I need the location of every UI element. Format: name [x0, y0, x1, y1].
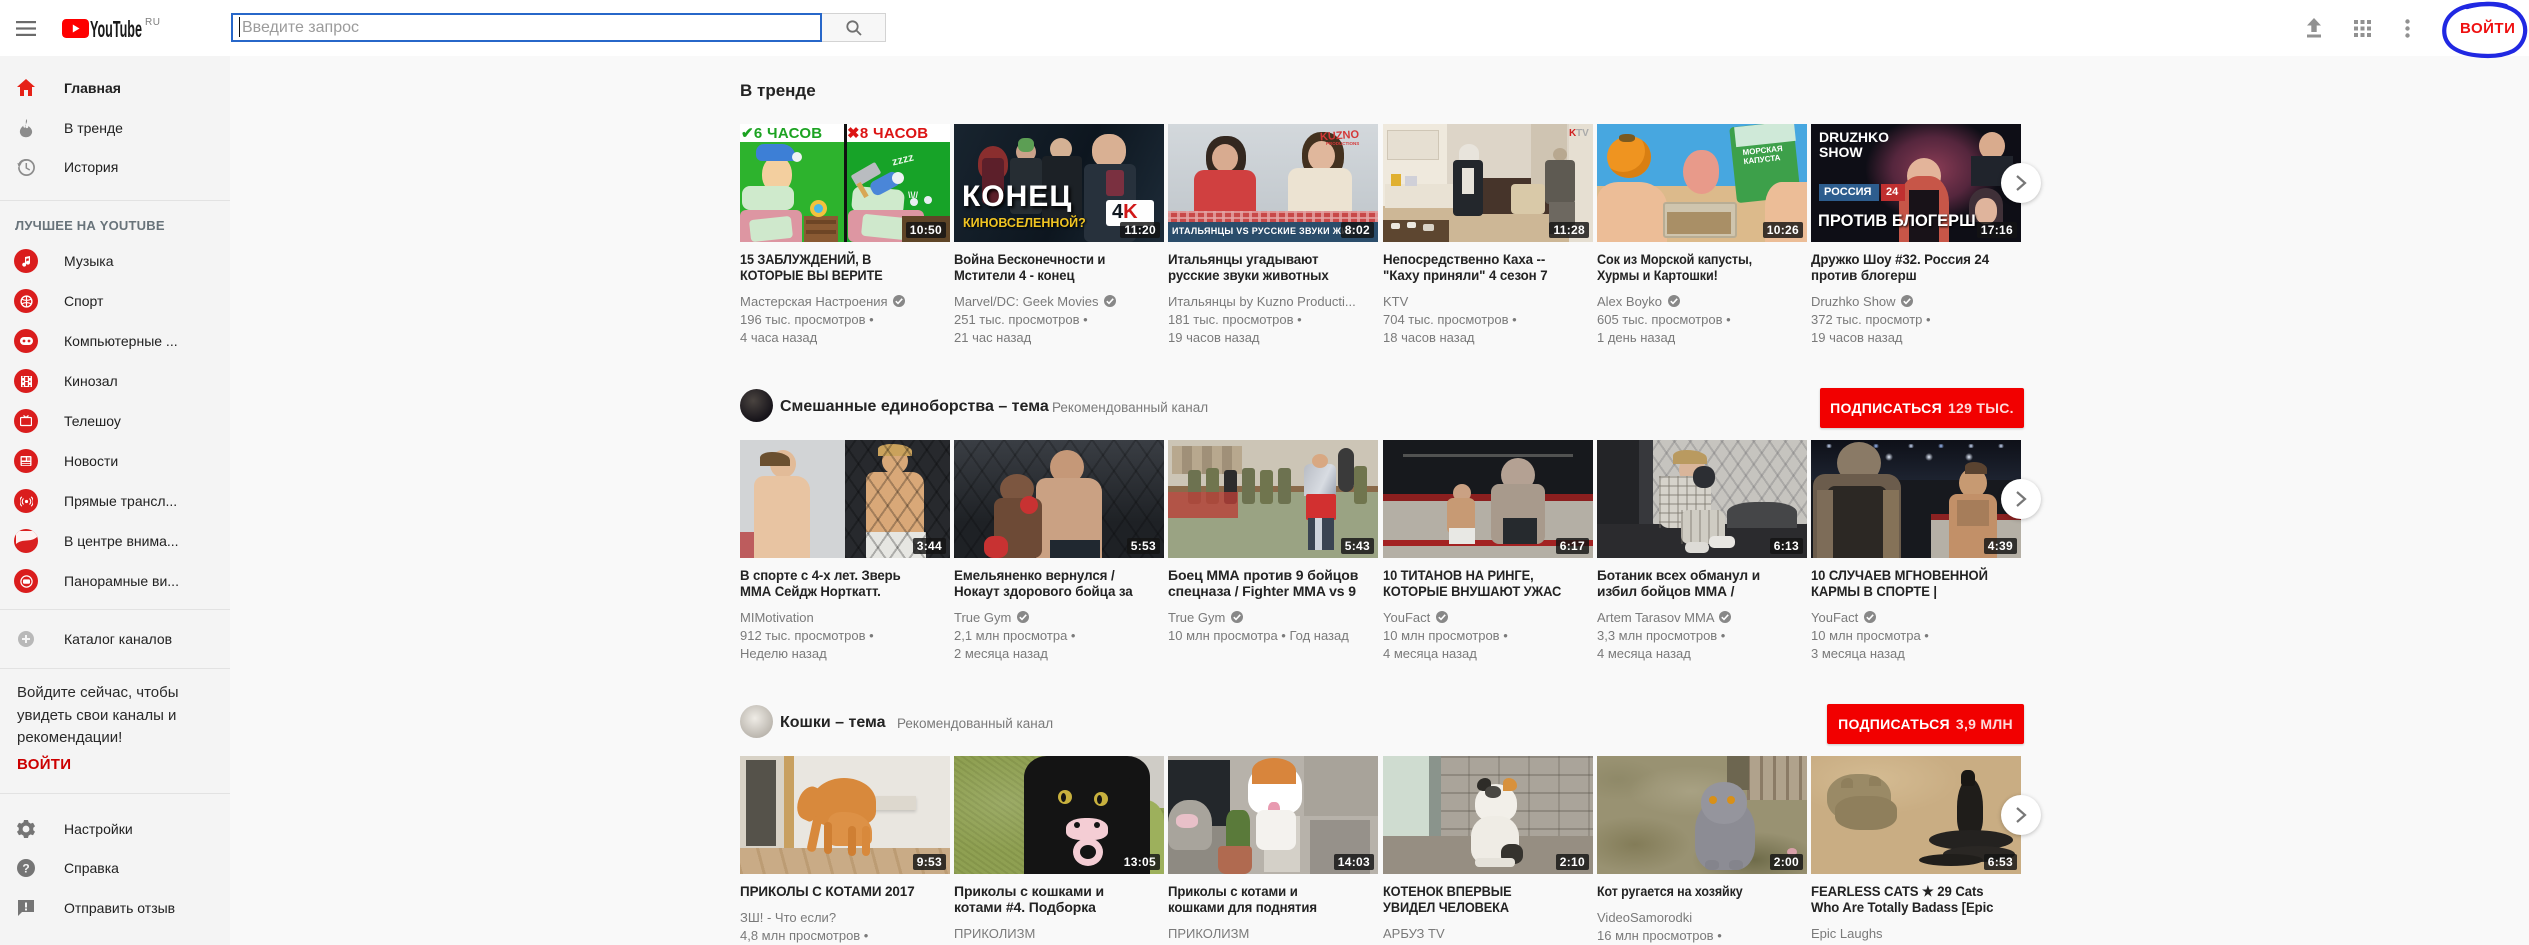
svg-text:?: ? [22, 862, 29, 876]
svg-text:YouTube: YouTube [90, 17, 142, 41]
